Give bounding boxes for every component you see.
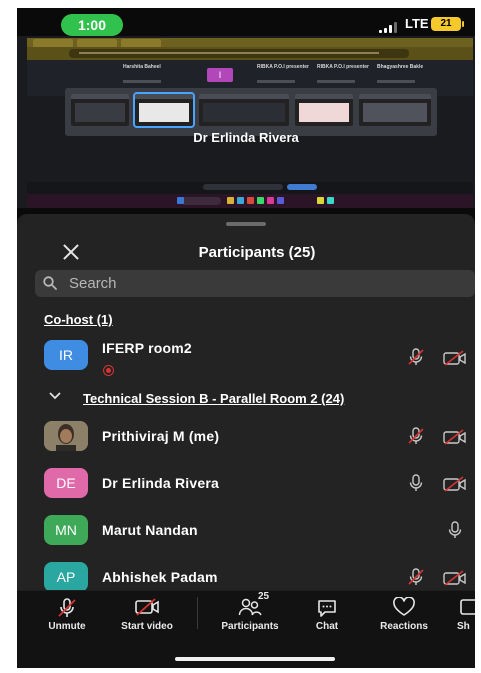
reactions-button[interactable]: Reactions <box>369 591 439 632</box>
avatar-photo <box>44 421 88 451</box>
chat-button[interactable]: Chat <box>305 591 349 632</box>
participant-name: IFERP room2 <box>102 340 192 356</box>
windows-taskbar <box>27 194 473 208</box>
chat-label: Chat <box>315 621 339 632</box>
home-indicator[interactable] <box>175 657 335 661</box>
participant-name: Marut Nandan <box>102 522 198 538</box>
shared-name: RIBKA P.O.I presenter <box>257 64 309 70</box>
start-video-label: Start video <box>121 621 173 632</box>
participant-name: Dr Erlinda Rivera <box>102 475 219 491</box>
sheet-grabber[interactable] <box>226 222 266 226</box>
mic-muted-icon <box>58 598 76 617</box>
status-bar: 1:00 LTE 21 <box>17 8 475 36</box>
meeting-toolbar: Unmute Start video 25 Participants Chat … <box>17 590 475 668</box>
participant-row[interactable]: MN Marut Nandan <box>17 515 475 555</box>
recording-icon <box>103 365 114 376</box>
video-off-icon[interactable] <box>443 429 467 445</box>
share-button[interactable]: Sh <box>457 591 475 632</box>
panel-title: Participants (25) <box>198 244 316 261</box>
browser-url-bar <box>69 49 409 58</box>
video-off-icon[interactable] <box>443 476 467 492</box>
reactions-label: Reactions <box>380 621 428 632</box>
participants-count-badge: 25 <box>258 591 270 602</box>
video-off-icon <box>135 598 159 616</box>
shared-purple-tile: I <box>207 68 233 82</box>
toolbar-divider <box>197 597 198 629</box>
share-label: Sh <box>457 621 470 632</box>
start-video-button[interactable]: Start video <box>109 591 185 632</box>
mic-icon[interactable] <box>407 474 425 492</box>
time-pill: 1:00 <box>61 14 123 36</box>
shared-speaker-name: Dr Erlinda Rivera <box>193 130 299 145</box>
participant-row[interactable]: Prithiviraj M (me) <box>17 421 475 461</box>
network-label: LTE <box>405 16 429 31</box>
video-off-icon[interactable] <box>443 350 467 366</box>
window-thumbnail <box>199 94 289 126</box>
chevron-down-icon[interactable] <box>49 392 61 400</box>
mic-muted-icon[interactable] <box>407 427 425 445</box>
shared-screen: Harshita Baheel RIBKA P.O.I presenter RI… <box>17 36 475 208</box>
avatar: IR <box>44 340 88 370</box>
browser-bar <box>27 38 473 60</box>
participant-row[interactable]: DE Dr Erlinda Rivera <box>17 468 475 508</box>
unmute-button[interactable]: Unmute <box>39 591 95 632</box>
phone-screen: 1:00 LTE 21 Harshita Baheel RIBKA P.O.I … <box>17 8 475 668</box>
shared-name: RIBKA P.O.I presenter <box>317 64 369 70</box>
search-icon <box>43 276 57 290</box>
participants-button[interactable]: 25 Participants <box>209 591 291 632</box>
heart-icon <box>393 597 415 616</box>
participant-row[interactable]: IR IFERP room2 <box>17 340 475 380</box>
window-thumbnail <box>71 94 129 126</box>
participant-name: Prithiviraj M (me) <box>102 428 220 444</box>
shared-name: Bhagyashree Bakle <box>377 64 424 70</box>
share-icon <box>460 599 475 615</box>
window-thumbnail <box>133 92 195 128</box>
mic-muted-icon[interactable] <box>407 568 425 586</box>
participant-name: Abhishek Padam <box>102 569 218 585</box>
participants-label: Participants <box>221 621 279 632</box>
search-box[interactable] <box>35 270 475 297</box>
chat-icon <box>318 600 336 617</box>
shared-name: Harshita Baheel <box>123 64 161 70</box>
search-input[interactable] <box>69 270 449 297</box>
group-section-title[interactable]: Technical Session B - Parallel Room 2 (2… <box>83 391 344 406</box>
avatar: DE <box>44 468 88 498</box>
close-icon[interactable] <box>61 242 81 262</box>
window-thumbnail <box>295 94 353 126</box>
video-off-icon[interactable] <box>443 570 467 586</box>
window-thumbnail <box>359 94 431 126</box>
window-switcher <box>65 88 437 136</box>
browser-tabs <box>27 38 473 47</box>
battery-icon: 21 <box>431 17 464 31</box>
cohost-section-title[interactable]: Co-host (1) <box>44 312 113 327</box>
avatar: MN <box>44 515 88 545</box>
avatar: AP <box>44 562 88 592</box>
mic-icon[interactable] <box>446 521 464 539</box>
mic-muted-icon[interactable] <box>407 348 425 366</box>
unmute-label: Unmute <box>48 621 86 632</box>
